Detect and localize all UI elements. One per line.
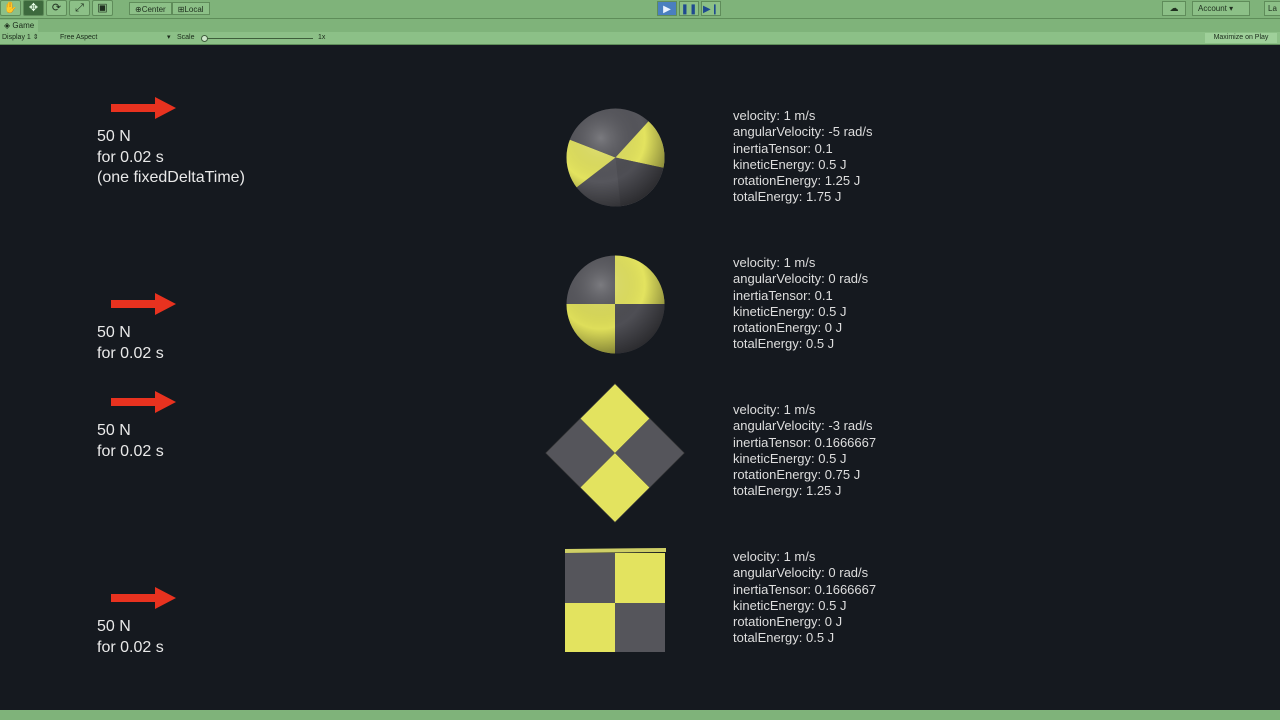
cloud-button[interactable]: ☁: [1162, 1, 1186, 16]
play-icon: ▶: [663, 4, 671, 15]
inertia-tensor-stat: inertiaTensor: 0.1666667: [733, 434, 877, 450]
stats-panel: velocity: 1 m/s angularVelocity: -5 rad/…: [733, 108, 872, 206]
pivot-center-button[interactable]: ⊕Center: [129, 2, 172, 15]
inertia-tensor-stat: inertiaTensor: 0.1: [733, 287, 833, 303]
force-label: 50 N for 0.02 s: [97, 618, 164, 656]
force-label: 50 N for 0.02 s: [97, 324, 164, 362]
pivot-icon: ⊕: [135, 5, 142, 14]
force-arrow-icon: [111, 293, 176, 315]
chevron-down-icon: ▾: [1229, 4, 1234, 13]
rect-tool-icon[interactable]: ▣: [92, 0, 113, 16]
aspect-label: Free Aspect: [60, 34, 98, 41]
maximize-label: Maximize on Play: [1213, 34, 1269, 41]
account-dropdown[interactable]: Account ▾: [1192, 1, 1250, 16]
inertia-tensor-stat: inertiaTensor: 0.1: [733, 140, 833, 156]
force-label: 50 N for 0.02 s: [97, 422, 164, 460]
kinetic-energy-stat: kineticEnergy: 0.5 J: [733, 303, 847, 319]
pivot-toggles: ⊕Center ⊞Local: [129, 0, 210, 17]
stats-panel: velocity: 1 m/s angularVelocity: 0 rad/s…: [733, 549, 876, 647]
cube-object: [545, 383, 685, 523]
maximize-on-play-toggle[interactable]: Maximize on Play: [1205, 33, 1277, 43]
display-chevron-icon: ⇕: [32, 34, 39, 41]
playback-controls: ▶ ❚❚ ▶❙: [657, 1, 723, 18]
transform-tools: ✋ ✥ ⟳ ⤢ ▣: [0, 0, 115, 17]
editor-toolbar: ✋ ✥ ⟳ ⤢ ▣ ⊕Center ⊞Local ▶ ❚❚ ▶❙ ☁ Accou…: [0, 0, 1280, 19]
kinetic-energy-stat: kineticEnergy: 0.5 J: [733, 597, 847, 613]
force-label: 50 N for 0.02 s (one fixedDeltaTime): [97, 128, 245, 186]
pivot-local-button[interactable]: ⊞Local: [171, 2, 210, 15]
rotation-energy-stat: rotationEnergy: 0 J: [733, 320, 843, 336]
cloud-icon: ☁: [1169, 3, 1179, 13]
game-icon: ◈: [4, 21, 11, 30]
pause-button[interactable]: ❚❚: [679, 1, 699, 16]
account-label: Account: [1198, 4, 1227, 13]
sphere-object: [566, 108, 665, 207]
play-button[interactable]: ▶: [657, 1, 677, 16]
angular-velocity-stat: angularVelocity: -3 rad/s: [733, 418, 873, 434]
game-view-controls: Display 1 ⇕ Free Aspect ▾ Scale 1x Maxim…: [0, 32, 1280, 45]
step-button[interactable]: ▶❙: [701, 1, 721, 16]
stats-panel: velocity: 1 m/s angularVelocity: -3 rad/…: [733, 402, 876, 500]
pivot-local-label: Local: [184, 5, 204, 14]
total-energy-stat: totalEnergy: 0.5 J: [733, 630, 835, 646]
layers-dropdown[interactable]: La: [1264, 1, 1280, 16]
scale-value: 1x: [318, 34, 326, 41]
rotation-energy-stat: rotationEnergy: 0.75 J: [733, 467, 861, 483]
total-energy-stat: totalEnergy: 1.25 J: [733, 483, 842, 499]
display-label: Display 1: [2, 34, 31, 41]
rotation-energy-stat: rotationEnergy: 0 J: [733, 614, 843, 630]
kinetic-energy-stat: kineticEnergy: 0.5 J: [733, 450, 847, 466]
cube-object: [565, 548, 666, 652]
pause-icon: ❚❚: [680, 4, 698, 15]
force-arrow-icon: [111, 587, 176, 609]
angular-velocity-stat: angularVelocity: 0 rad/s: [733, 565, 869, 581]
velocity-stat: velocity: 1 m/s: [733, 255, 816, 270]
force-arrow-icon: [111, 391, 176, 413]
velocity-stat: velocity: 1 m/s: [733, 549, 816, 564]
rotate-tool-icon[interactable]: ⟳: [46, 0, 67, 16]
game-tab-bar: ◈ Game: [0, 19, 1280, 32]
velocity-stat: velocity: 1 m/s: [733, 402, 816, 417]
layers-label: La: [1268, 4, 1277, 13]
step-icon: ▶❙: [702, 4, 720, 15]
scale-slider-track[interactable]: [205, 38, 313, 39]
pivot-center-label: Center: [141, 5, 166, 14]
status-bar: [0, 710, 1280, 720]
inertia-tensor-stat: inertiaTensor: 0.1666667: [733, 581, 877, 597]
total-energy-stat: totalEnergy: 0.5 J: [733, 336, 835, 352]
rotation-energy-stat: rotationEnergy: 1.25 J: [733, 173, 861, 189]
force-arrow-icon: [111, 97, 176, 119]
tab-game[interactable]: ◈ Game: [0, 20, 39, 32]
scale-tool-icon[interactable]: ⤢: [69, 0, 90, 16]
sphere-object: [566, 255, 665, 354]
velocity-stat: velocity: 1 m/s: [733, 108, 816, 123]
aspect-chevron-icon: ▾: [167, 34, 171, 41]
move-tool-icon[interactable]: ✥: [23, 0, 44, 16]
hand-tool-icon[interactable]: ✋: [0, 0, 21, 16]
kinetic-energy-stat: kineticEnergy: 0.5 J: [733, 156, 847, 172]
scale-slider-thumb[interactable]: [201, 35, 208, 42]
scale-label: Scale: [177, 34, 195, 41]
angular-velocity-stat: angularVelocity: 0 rad/s: [733, 271, 869, 287]
tab-game-label: Game: [12, 21, 35, 30]
stats-panel: velocity: 1 m/s angularVelocity: 0 rad/s…: [733, 255, 868, 353]
display-dropdown[interactable]: Display 1 ⇕: [2, 32, 39, 44]
total-energy-stat: totalEnergy: 1.75 J: [733, 189, 842, 205]
angular-velocity-stat: angularVelocity: -5 rad/s: [733, 124, 873, 140]
aspect-dropdown[interactable]: Free Aspect: [60, 32, 97, 44]
